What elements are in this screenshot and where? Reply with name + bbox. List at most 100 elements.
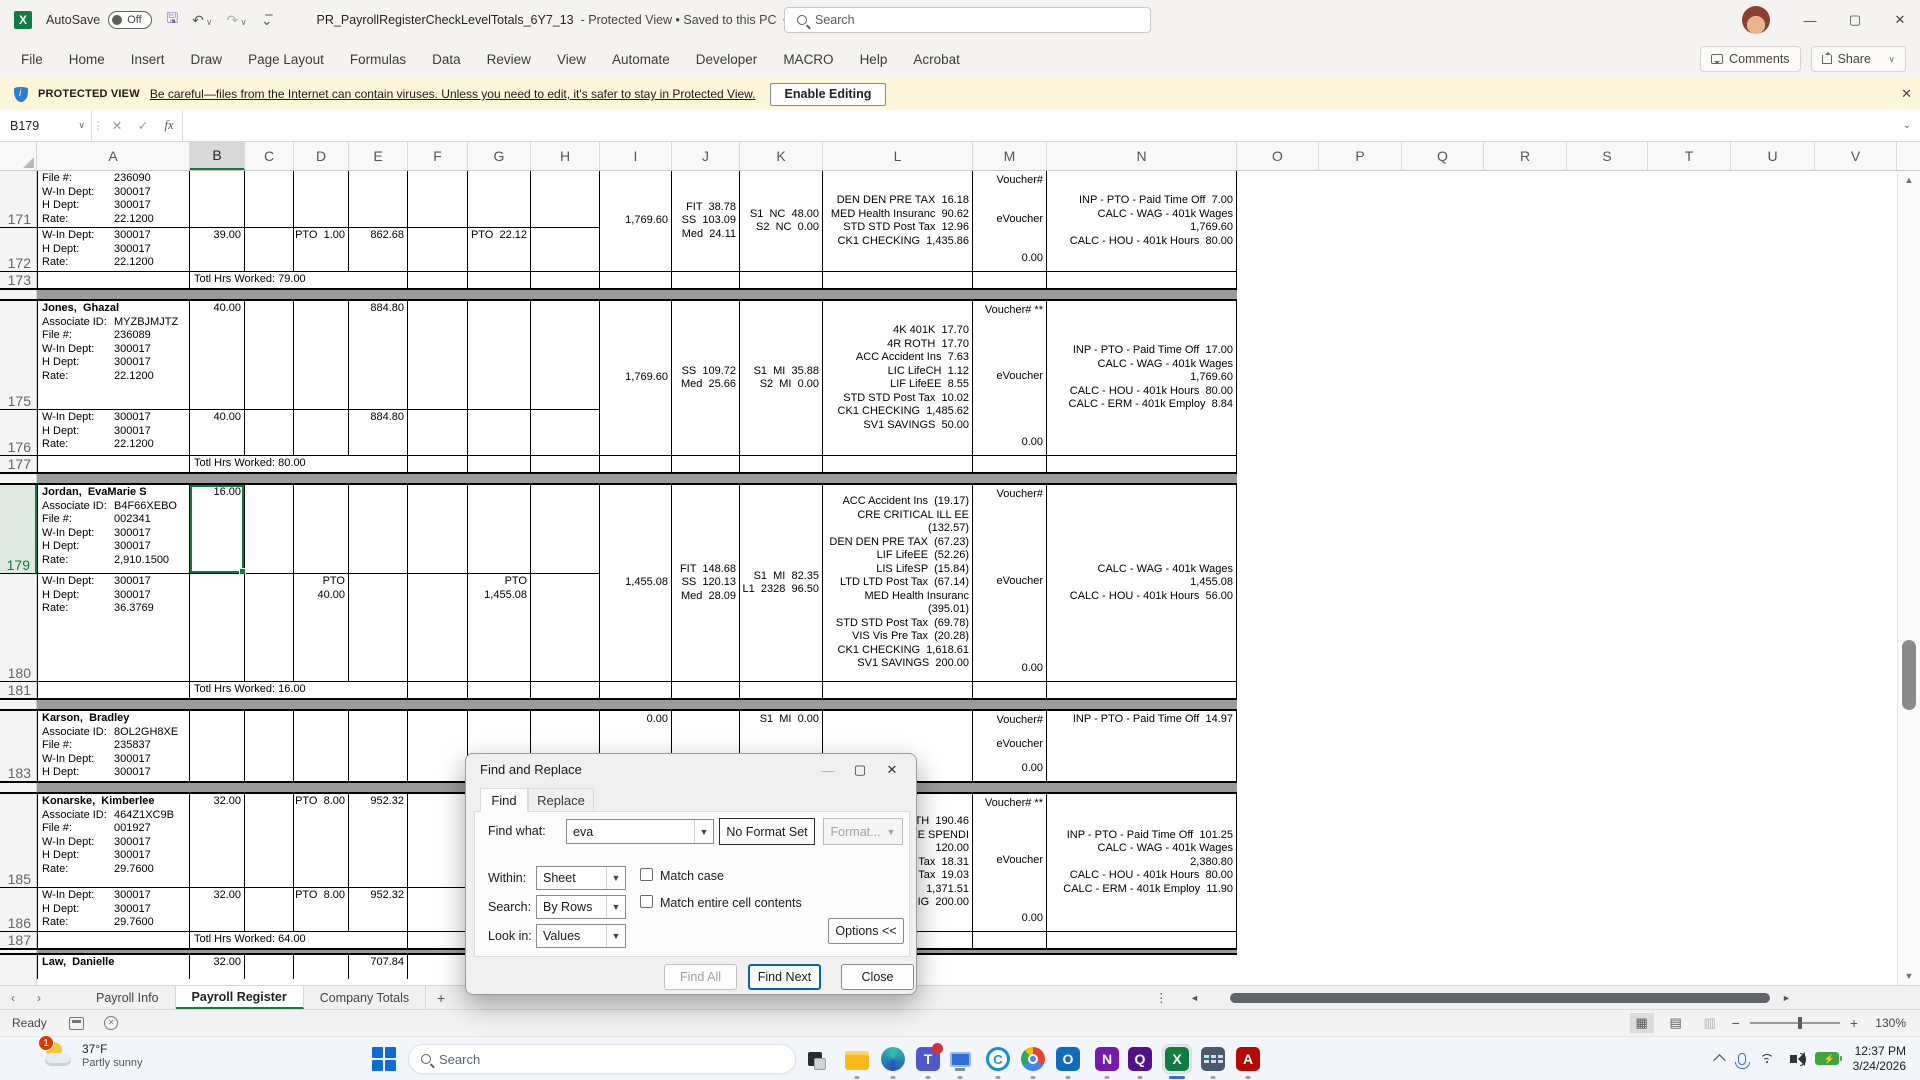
taskbar-app-citrix[interactable]: C bbox=[984, 1045, 1012, 1079]
sheet-cell[interactable]: Jordan, EvaMarie S Associate ID: B4F66XEBO… bbox=[37, 485, 190, 573]
ribbon-tab-automate[interactable]: Automate bbox=[599, 40, 683, 78]
ribbon-tab-file[interactable]: File bbox=[8, 40, 56, 78]
sheet-cell[interactable] bbox=[468, 410, 531, 455]
sheet-cell[interactable]: PTO 8.00 bbox=[294, 888, 349, 931]
sheet-cell[interactable] bbox=[531, 485, 600, 573]
sheet-cell[interactable] bbox=[245, 888, 294, 931]
undo-icon[interactable]: ↶ ∨ bbox=[192, 12, 212, 29]
column-header-B[interactable]: B bbox=[190, 142, 245, 170]
sheet-cell[interactable]: Voucher# eVoucher 0.00 bbox=[973, 171, 1047, 271]
cancel-entry-icon[interactable]: ✕ bbox=[104, 110, 130, 141]
total-hours-cell[interactable]: Totl Hrs Worked: 16.00 bbox=[190, 682, 408, 698]
sheet-cell[interactable]: 32.00 bbox=[190, 955, 245, 979]
taskbar-app-excel[interactable]: X bbox=[1163, 1045, 1191, 1079]
column-header-V[interactable]: V bbox=[1815, 142, 1897, 170]
taskbar-app-teams[interactable]: T bbox=[914, 1042, 943, 1079]
sheet-cell[interactable] bbox=[672, 272, 740, 288]
combo-chevron-icon[interactable]: ▼ bbox=[694, 820, 713, 843]
options-button[interactable]: Options << bbox=[828, 918, 904, 944]
name-box[interactable]: B179 ∨ bbox=[0, 110, 92, 141]
sheet-cell[interactable]: 4K 401K 17.70 4R ROTH 17.70 ACC Accident I… bbox=[823, 301, 973, 455]
sheet-cell[interactable]: INP - PTO - Paid Time Off 14.97 bbox=[1047, 711, 1237, 781]
ribbon-tab-macro[interactable]: MACRO bbox=[770, 40, 846, 78]
sheet-cell[interactable] bbox=[190, 711, 245, 781]
namebox-chevron-icon[interactable]: ∨ bbox=[78, 120, 85, 131]
sheet-cell[interactable]: FIT 148.68 SS 120.13 Med 28.09 bbox=[672, 485, 740, 681]
sheet-cell[interactable] bbox=[294, 485, 349, 573]
sheet-cell[interactable]: S1 MI 82.35 L1 2328 96.50 bbox=[740, 485, 823, 681]
sheet-cell[interactable]: S1 NC 48.00 S2 NC 0.00 bbox=[740, 171, 823, 271]
sheet-cell[interactable]: 40.00 bbox=[190, 410, 245, 455]
title-search-box[interactable]: Search bbox=[784, 7, 1151, 33]
sheet-cell[interactable] bbox=[37, 932, 190, 948]
match-case-checkbox[interactable] bbox=[640, 868, 653, 881]
scroll-right-icon[interactable]: ► bbox=[1782, 993, 1791, 1003]
taskbar-app-file-explorer[interactable] bbox=[843, 1045, 871, 1079]
row-header[interactable]: 183 bbox=[0, 711, 37, 781]
sheet-cell[interactable]: INP - PTO - Paid Time Off 101.25 CALC - W… bbox=[1047, 794, 1237, 931]
restore-button[interactable]: ▢ bbox=[1835, 0, 1875, 40]
sheet-cell[interactable] bbox=[245, 171, 294, 227]
taskbar-app-acrobat[interactable]: A bbox=[1234, 1045, 1262, 1079]
sheet-cell[interactable] bbox=[740, 682, 823, 698]
sheet-cell[interactable] bbox=[468, 301, 531, 409]
start-button[interactable] bbox=[372, 1047, 396, 1071]
ribbon-tab-draw[interactable]: Draw bbox=[178, 40, 236, 78]
quick-access-toolbar-icon[interactable]: ⌄̅ bbox=[261, 12, 273, 29]
ribbon-tab-data[interactable]: Data bbox=[419, 40, 474, 78]
sheet-cell[interactable] bbox=[408, 711, 468, 781]
sheet-cell[interactable]: PTO 1,455.08 bbox=[468, 574, 531, 681]
sheet-cell[interactable] bbox=[408, 228, 468, 271]
sheet-cell[interactable]: Konarske, Kimberlee Associate ID: 464Z1XC9… bbox=[37, 794, 190, 887]
sheet-cell[interactable] bbox=[408, 456, 468, 472]
sheet-cell[interactable]: 40.00 bbox=[190, 301, 245, 409]
column-header-C[interactable]: C bbox=[245, 142, 294, 170]
sheet-cell[interactable] bbox=[294, 301, 349, 409]
sheet-cell[interactable]: 952.32 bbox=[349, 888, 408, 931]
column-header-N[interactable]: N bbox=[1047, 142, 1237, 170]
zoom-level[interactable]: 130% bbox=[1868, 1016, 1906, 1030]
volume-icon[interactable] bbox=[1789, 1052, 1806, 1066]
taskbar-app-onenote[interactable]: N bbox=[1093, 1045, 1121, 1079]
select-all-corner[interactable] bbox=[0, 142, 37, 170]
column-header-S[interactable]: S bbox=[1567, 142, 1648, 170]
enable-editing-button[interactable]: Enable Editing bbox=[769, 82, 887, 106]
sheet-cell[interactable] bbox=[468, 485, 531, 573]
sheet-cell[interactable] bbox=[37, 272, 190, 288]
sheet-cell[interactable] bbox=[468, 682, 531, 698]
ribbon-tab-review[interactable]: Review bbox=[474, 40, 544, 78]
dialog-close-icon[interactable]: ✕ bbox=[880, 760, 904, 780]
ribbon-tab-home[interactable]: Home bbox=[56, 40, 118, 78]
sheet-cell[interactable] bbox=[294, 955, 349, 979]
total-hours-cell[interactable]: Totl Hrs Worked: 80.00 bbox=[190, 456, 408, 472]
vertical-scrollbar[interactable]: ▲ ▼ bbox=[1897, 171, 1920, 985]
sheet-cell[interactable] bbox=[408, 682, 468, 698]
ribbon-tab-view[interactable]: View bbox=[544, 40, 599, 78]
ribbon-tab-formulas[interactable]: Formulas bbox=[337, 40, 419, 78]
sheet-cell[interactable] bbox=[531, 228, 600, 271]
sheet-cell[interactable] bbox=[408, 955, 468, 979]
sheet-cell[interactable] bbox=[531, 574, 600, 681]
row-header[interactable]: 181 bbox=[0, 682, 37, 698]
sheet-cell[interactable] bbox=[349, 485, 408, 573]
taskbar-app-task-view[interactable] bbox=[801, 1045, 829, 1073]
sheet-cell[interactable] bbox=[408, 410, 468, 455]
taskbar-app-chrome[interactable] bbox=[1019, 1045, 1047, 1079]
protected-view-close-icon[interactable]: ✕ bbox=[1901, 86, 1912, 102]
row-header[interactable]: 179 bbox=[0, 485, 37, 573]
sheet-cell[interactable] bbox=[408, 888, 468, 931]
column-header-F[interactable]: F bbox=[408, 142, 468, 170]
sheet-cell[interactable]: FIT 38.78 SS 103.09 Med 24.11 bbox=[672, 171, 740, 271]
avatar[interactable] bbox=[1742, 6, 1770, 34]
sheet-cell[interactable] bbox=[245, 485, 294, 573]
sheet-cell[interactable] bbox=[294, 171, 349, 227]
dialog-maximize-icon[interactable]: ▢ bbox=[848, 760, 872, 780]
sheet-cell[interactable]: 1,769.60 bbox=[600, 171, 672, 271]
sheet-cell[interactable] bbox=[190, 574, 245, 681]
page-break-view-icon[interactable]: ▥ bbox=[1698, 1013, 1722, 1033]
sheet-prev-icon[interactable]: ‹ bbox=[0, 986, 26, 1009]
taskbar-search-box[interactable]: Search bbox=[408, 1044, 796, 1074]
lookin-select[interactable]: Values ▼ bbox=[536, 924, 626, 948]
sheet-cell[interactable] bbox=[1047, 682, 1237, 698]
sheet-cell[interactable] bbox=[349, 711, 408, 781]
